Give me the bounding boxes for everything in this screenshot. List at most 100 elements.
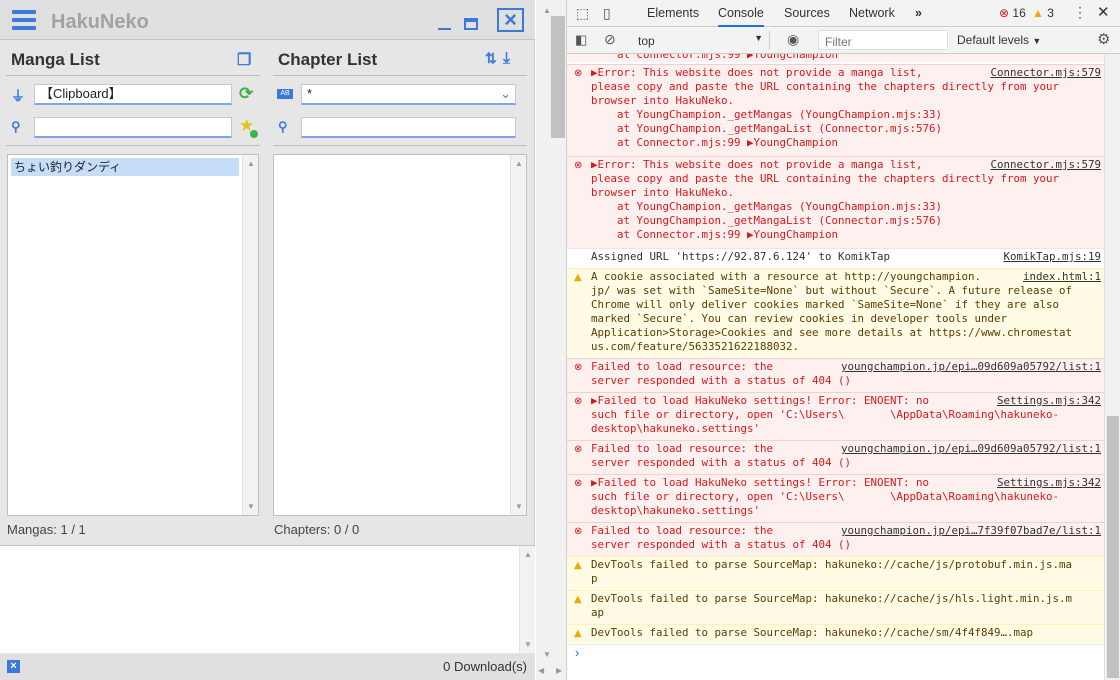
language-value: * (307, 86, 313, 101)
device-toolbar-icon[interactable]: ▯ (603, 5, 611, 22)
console-message: ⊗ ▶Failed to load HakuNeko settings! Erro… (567, 474, 1105, 522)
download-icon[interactable]: ⤓ (503, 50, 510, 68)
scroll-up-icon[interactable]: ▲ (543, 6, 551, 15)
scroll-down-icon[interactable]: ▼ (543, 650, 551, 659)
title-bar: HakuNeko × (0, 0, 535, 40)
message-text: at Connector.mjs:99 ▶YoungChampion (591, 54, 839, 61)
clear-downloads-icon[interactable]: × (7, 660, 20, 673)
manga-search-input[interactable] (34, 117, 232, 138)
connector-select[interactable]: 【Clipboard】 (34, 84, 232, 105)
plug-icon: ⏚ (11, 88, 25, 104)
error-icon: ⊗ (574, 444, 583, 455)
warning-icon: ▲ (1032, 6, 1044, 20)
scrollbar-thumb[interactable] (551, 16, 565, 138)
minimize-icon[interactable] (438, 28, 451, 30)
clipboard-icon[interactable]: ❐ (237, 50, 251, 70)
devtools-panel: ⬚ ▯ Elements Console Sources Network » ⊗… (566, 0, 1120, 680)
message-text: Failed to load resource: the server resp… (591, 360, 852, 387)
list-item[interactable]: ちょい釣りダンディ (11, 158, 239, 176)
console-message: ⊗ Failed to load resource: the server res… (567, 358, 1105, 392)
prompt-icon: › (575, 645, 580, 660)
error-counter[interactable]: ⊗ 16 (999, 6, 1026, 20)
chevron-down-icon: ▼ (1032, 36, 1042, 46)
console-message: ⊗ Failed to load resource: the server res… (567, 522, 1105, 556)
source-link[interactable]: KomikTap.mjs:19 (997, 250, 1101, 264)
scrollbar[interactable]: ▲ ▼ (242, 155, 258, 515)
console-message: ⊗ ▶Error: This website does not provide a… (567, 156, 1105, 248)
console-message: ▲ DevTools failed to parse SourceMap: hak… (567, 624, 1105, 644)
warning-count: 3 (1047, 6, 1054, 20)
console-message: ▲ DevTools failed to parse SourceMap: hak… (567, 590, 1105, 624)
context-select[interactable]: top ▼ (630, 31, 770, 49)
scrollbar[interactable]: ▲ ▼ (519, 546, 535, 653)
tab-network[interactable]: Network (849, 6, 895, 20)
source-link[interactable]: index.html:1 (1016, 270, 1101, 284)
message-text: Failed to load resource: the server resp… (591, 442, 852, 469)
more-tabs-icon[interactable]: » (915, 6, 922, 20)
source-link[interactable]: Connector.mjs:579 (984, 158, 1101, 172)
manga-list[interactable]: ちょい釣りダンディ ▲ ▼ (7, 154, 259, 516)
message-text: A cookie associated with a resource at h… (591, 270, 1073, 353)
page-scrollbar[interactable]: ▲ ▼ ◀ ▶ (536, 0, 566, 680)
status-bar: × 0 Download(s) (0, 654, 535, 680)
divider (6, 145, 260, 146)
source-link[interactable]: youngchampion.jp/epi…09d609a05792/list:1 (834, 360, 1101, 374)
tab-console[interactable]: Console (718, 6, 764, 27)
warning-icon: ▲ (574, 594, 582, 605)
message-text: ▶Failed to load HakuNeko settings! Error… (591, 394, 1060, 435)
message-text: Failed to load resource: the server resp… (591, 524, 852, 551)
language-icon: AB (277, 89, 293, 99)
settings-gear-icon[interactable]: ⚙ (1097, 30, 1110, 48)
source-link[interactable]: Settings.mjs:342 (990, 476, 1101, 490)
error-icon: ⊗ (574, 68, 583, 79)
kebab-menu-icon[interactable]: ⋮ (1073, 4, 1087, 21)
log-levels-label: Default levels (957, 33, 1030, 47)
console-message: ▲ DevTools failed to parse SourceMap: hak… (567, 556, 1105, 590)
message-text: Assigned URL 'https://92.87.6.124' to Ko… (591, 250, 891, 263)
console-prompt[interactable]: › (567, 644, 1105, 664)
hakuneko-window: HakuNeko × Manga List ❐ Chapter List ⇅ ⤓… (0, 0, 535, 680)
sidebar-toggle-icon[interactable]: ◧ (575, 32, 587, 48)
tab-sources[interactable]: Sources (784, 6, 830, 20)
maximize-icon[interactable] (464, 18, 478, 30)
refresh-icon[interactable]: ⟳ (239, 84, 253, 104)
search-icon: ⚲ (11, 119, 21, 134)
eye-icon[interactable]: ◉ (787, 31, 799, 48)
filter-placeholder: Filter (825, 35, 852, 49)
log-levels-select[interactable]: Default levels ▼ (957, 33, 1041, 47)
error-count: 16 (1012, 6, 1026, 20)
download-count: 0 Download(s) (443, 659, 527, 674)
inspect-icon[interactable]: ⬚ (576, 5, 589, 22)
clear-console-icon[interactable]: ⊘ (604, 31, 616, 48)
divider (273, 75, 527, 76)
scroll-right-icon[interactable]: ▶ (556, 666, 562, 675)
scrollbar-thumb[interactable] (1107, 416, 1119, 678)
tab-elements[interactable]: Elements (647, 6, 699, 20)
menu-icon[interactable] (12, 10, 36, 30)
error-icon: ⊗ (574, 478, 583, 489)
scrollbar[interactable] (1104, 54, 1120, 680)
chevron-down-icon: ▼ (754, 33, 763, 43)
console-message: ⊗ ▶Failed to load HakuNeko settings! Erro… (567, 392, 1105, 440)
error-icon: ⊗ (574, 396, 583, 407)
filter-input[interactable]: Filter (818, 30, 948, 50)
error-icon: ⊗ (999, 6, 1010, 20)
chapter-list-title: Chapter List (278, 50, 378, 69)
language-select[interactable]: * ⌄ (301, 84, 516, 105)
scroll-left-icon[interactable]: ◀ (538, 666, 544, 675)
close-icon[interactable]: × (497, 8, 524, 32)
source-link[interactable]: Connector.mjs:579 (984, 66, 1101, 80)
chapter-search-input[interactable] (301, 117, 516, 138)
warning-counter[interactable]: ▲ 3 (1032, 6, 1054, 20)
source-link[interactable]: Settings.mjs:342 (990, 394, 1101, 408)
scrollbar[interactable]: ▲ ▼ (510, 155, 526, 515)
message-text: DevTools failed to parse SourceMap: haku… (591, 592, 1073, 619)
error-icon: ⊗ (574, 526, 583, 537)
sort-icon[interactable]: ⇅ (485, 50, 497, 67)
chapter-list[interactable]: ▲ ▼ (273, 154, 527, 516)
close-devtools-icon[interactable]: ✕ (1097, 3, 1110, 21)
source-link[interactable]: youngchampion.jp/epi…09d609a05792/list:1 (834, 442, 1101, 456)
download-list[interactable]: ▲ ▼ (0, 545, 535, 653)
console-message: at Connector.mjs:99 ▶YoungChampion (567, 54, 1105, 62)
source-link[interactable]: youngchampion.jp/epi…7f39f07bad7e/list:1 (834, 524, 1101, 538)
